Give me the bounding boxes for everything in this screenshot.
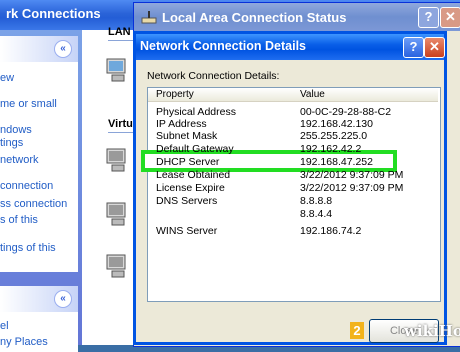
- property-cell: DNS Servers: [156, 195, 218, 207]
- value-cell: 192.162.42.2: [300, 143, 362, 155]
- table-row[interactable]: Default Gateway 192.162.42.2: [148, 143, 438, 156]
- other-places-section: el ny Places: [0, 312, 78, 352]
- table-row[interactable]: Lease Obtained 3/22/2012 9:37:09 PM: [148, 169, 438, 182]
- status-window-titlebar[interactable]: Local Area Connection Status ? ✕: [134, 3, 460, 31]
- value-cell: 3/22/2012 9:37:09 PM: [300, 169, 404, 181]
- value-cell: 8.8.4.4: [300, 208, 333, 220]
- place-link[interactable]: el: [0, 320, 9, 332]
- help-button[interactable]: ?: [403, 37, 424, 58]
- task-link[interactable]: tings: [0, 137, 23, 149]
- property-cell: Default Gateway: [156, 143, 234, 155]
- property-cell: License Expire: [156, 182, 225, 194]
- task-pane-header-network-tasks[interactable]: «: [0, 36, 78, 62]
- table-row[interactable]: 8.8.4.4: [148, 208, 438, 221]
- collapse-chevron-icon[interactable]: «: [54, 290, 72, 308]
- value-cell: 8.8.8.8: [300, 195, 333, 207]
- network-computer-icon[interactable]: [104, 252, 130, 282]
- value-cell: 192.168.47.252: [300, 156, 373, 168]
- task-pane-header-other-places[interactable]: «: [0, 286, 78, 312]
- value-cell: 00-0C-29-28-88-C2: [300, 106, 392, 118]
- table-row[interactable]: WINS Server 192.186.74.2: [148, 225, 438, 238]
- group-label-lan: LAN: [108, 26, 131, 38]
- network-connection-icon: [141, 11, 157, 24]
- value-cell: 3/22/2012 9:37:09 PM: [300, 182, 404, 194]
- task-link[interactable]: tings of this: [0, 242, 56, 254]
- collapse-chevron-icon[interactable]: «: [54, 40, 72, 58]
- table-row[interactable]: DNS Servers 8.8.8.8: [148, 195, 438, 208]
- network-computer-icon[interactable]: [104, 200, 130, 230]
- help-button[interactable]: ?: [418, 7, 439, 28]
- details-dialog-title: Network Connection Details: [140, 39, 306, 53]
- details-list-view[interactable]: Property Value Physical Address 00-0C-29…: [141, 87, 441, 302]
- property-cell: WINS Server: [156, 225, 218, 237]
- place-link[interactable]: ny Places: [0, 336, 48, 348]
- task-link[interactable]: me or small: [0, 98, 57, 110]
- task-link[interactable]: connection: [0, 180, 53, 192]
- task-link[interactable]: ew: [0, 72, 14, 84]
- group-label-virtual: Virtu: [108, 118, 133, 130]
- details-list-label: Network Connection Details:: [147, 70, 280, 82]
- close-button[interactable]: ✕: [440, 7, 460, 28]
- property-cell: DHCP Server: [156, 156, 220, 168]
- network-computer-icon[interactable]: [104, 146, 130, 176]
- task-link[interactable]: ndows: [0, 124, 32, 136]
- property-cell: Physical Address: [156, 106, 236, 118]
- property-cell: Lease Obtained: [156, 169, 231, 181]
- value-cell: 192.168.42.130: [300, 118, 373, 130]
- network-connection-details-dialog: Network Connection Details ? ✕ Network C…: [133, 31, 447, 345]
- task-link[interactable]: network: [0, 154, 39, 166]
- property-cell: IP Address: [156, 118, 207, 130]
- network-tasks-section: ew me or small ndows tings network conne…: [0, 62, 78, 272]
- step-number-badge: 2: [350, 322, 364, 339]
- table-row[interactable]: Subnet Mask 255.255.225.0: [148, 130, 438, 143]
- details-dialog-titlebar[interactable]: Network Connection Details ? ✕: [136, 34, 445, 60]
- task-link[interactable]: ss connection: [0, 198, 67, 210]
- task-pane: « ew me or small ndows tings network con…: [0, 30, 82, 352]
- table-row[interactable]: DHCP Server 192.168.47.252: [148, 156, 438, 169]
- window-title: rk Connections: [6, 6, 101, 21]
- close-x-button[interactable]: ✕: [424, 37, 445, 58]
- status-window-title: Local Area Connection Status: [162, 10, 347, 25]
- table-row[interactable]: License Expire 3/22/2012 9:37:09 PM: [148, 182, 438, 195]
- wikihow-watermark-logo: wikiHow: [404, 322, 460, 340]
- task-link[interactable]: s of this: [0, 214, 38, 226]
- column-header-value[interactable]: Value: [292, 88, 438, 102]
- column-header-property[interactable]: Property: [148, 88, 292, 102]
- value-cell: 255.255.225.0: [300, 130, 368, 142]
- value-cell: 192.186.74.2: [300, 225, 362, 237]
- network-computer-icon[interactable]: [104, 56, 130, 86]
- property-cell: Subnet Mask: [156, 130, 218, 142]
